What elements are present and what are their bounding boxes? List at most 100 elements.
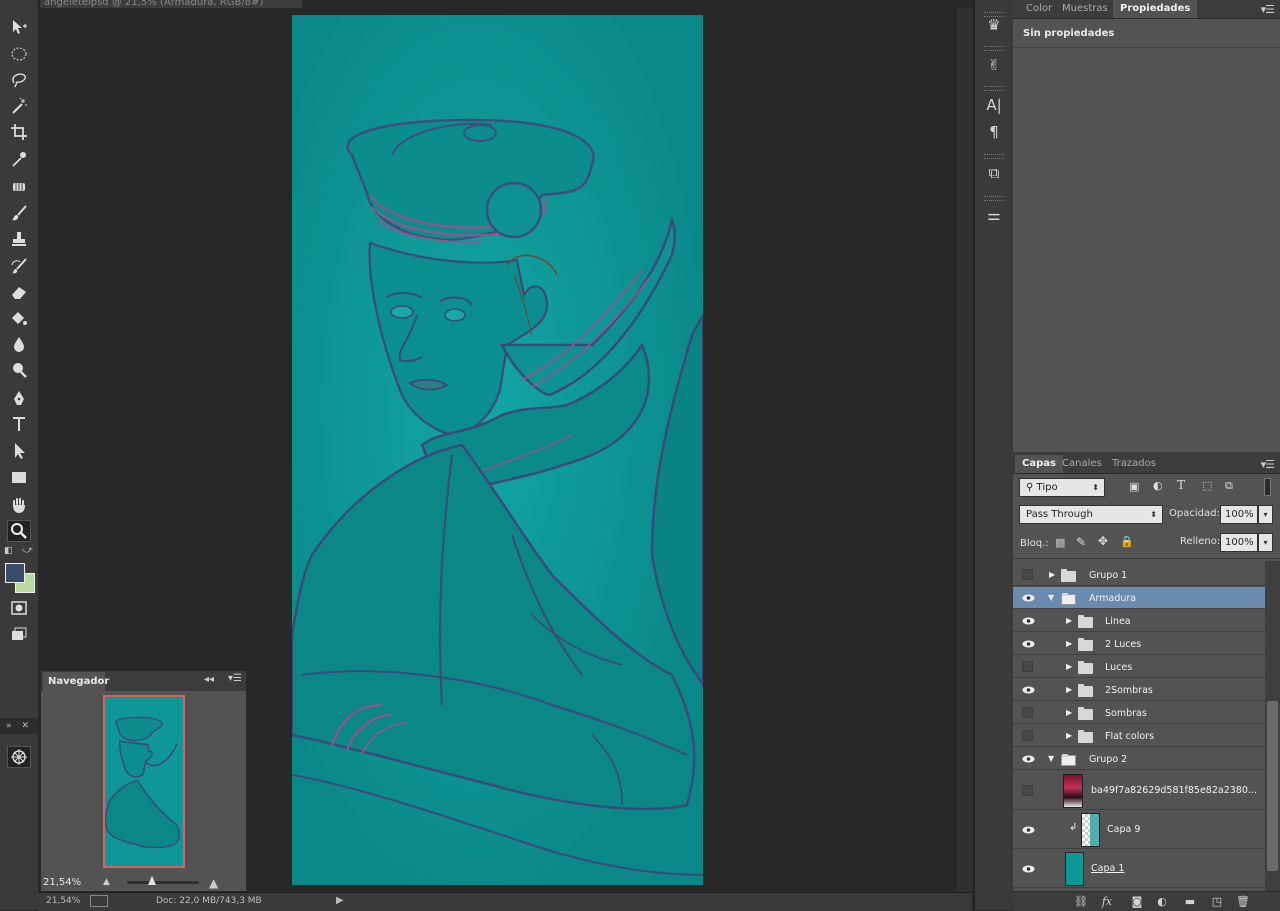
hand-icon[interactable] xyxy=(7,494,31,516)
rectangle-icon[interactable] xyxy=(7,466,31,488)
layer-row-2-luces[interactable]: ▶ 2 Luces xyxy=(1013,633,1265,655)
visibility-off-box[interactable] xyxy=(1022,707,1033,718)
fill-dropdown-icon[interactable]: ▾ xyxy=(1258,533,1273,552)
close-icon[interactable]: ✕ xyxy=(22,721,30,731)
expand-triangle-icon[interactable]: ▶ xyxy=(1066,685,1072,694)
filter-shape-icon[interactable]: ⬚ xyxy=(1202,479,1212,492)
filter-toggle[interactable] xyxy=(1264,478,1271,496)
add-mask-icon[interactable]: ◙ xyxy=(1129,894,1145,909)
expand-triangle-icon[interactable]: ▶ xyxy=(1049,570,1055,579)
new-layer-icon[interactable]: ◳ xyxy=(1209,894,1225,909)
layer-row-linea[interactable]: ▶ Linea xyxy=(1013,610,1265,632)
magic-wand-icon[interactable] xyxy=(7,95,31,117)
eye-icon[interactable] xyxy=(1020,587,1036,609)
filter-type-icon[interactable]: T xyxy=(1177,478,1185,492)
move-icon[interactable] xyxy=(7,16,31,38)
lasso-icon[interactable] xyxy=(7,69,31,91)
lock-pixels-icon[interactable]: ✎ xyxy=(1076,535,1086,549)
blend-mode-select[interactable]: Pass Through ⬍ xyxy=(1019,505,1163,524)
visibility-off-box[interactable] xyxy=(1022,569,1033,580)
adjustment-layer-icon[interactable]: ◐ xyxy=(1154,894,1170,909)
zoom-out-icon[interactable]: ▲ xyxy=(103,877,110,887)
brush-icon[interactable] xyxy=(7,202,31,224)
canvas-vertical-scrollbar[interactable] xyxy=(955,8,973,892)
new-group-icon[interactable]: ▬ xyxy=(1182,894,1198,909)
status-menu-arrow-icon[interactable]: ▶ xyxy=(336,895,344,906)
eyedropper-icon[interactable] xyxy=(7,148,31,170)
layer-filter-select[interactable]: ⚲ Tipo ⬍ xyxy=(1019,478,1105,497)
expand-panels-icon[interactable]: » xyxy=(6,721,12,731)
zoom-icon[interactable] xyxy=(7,520,31,542)
panel-menu-icon[interactable]: ▾☰ xyxy=(1261,458,1275,471)
brush-panel-icon[interactable]: ✌ xyxy=(982,54,1006,76)
elliptical-marquee-icon[interactable] xyxy=(7,43,31,65)
layer-row-grupo-1[interactable]: ▶ Grupo 1 xyxy=(1013,564,1265,586)
layer-style-fx-icon[interactable]: fx xyxy=(1099,894,1115,909)
paint-bucket-icon[interactable] xyxy=(7,307,31,329)
history-panel-icon[interactable]: ⧉ xyxy=(982,162,1006,184)
default-colors-icon[interactable]: ◧ xyxy=(4,546,13,556)
lock-position-icon[interactable]: ✥ xyxy=(1098,534,1108,548)
dock-grip[interactable] xyxy=(984,154,1004,159)
layer-row-flat-colors[interactable]: ▶ Flat colors xyxy=(1013,725,1265,747)
lock-all-icon[interactable]: 🔒 xyxy=(1120,535,1134,548)
navigator-preview[interactable] xyxy=(103,695,185,868)
layer-row-image[interactable]: ba49f7a82629d581f85e82a2380... xyxy=(1013,771,1265,810)
tab-muestras[interactable]: Muestras xyxy=(1055,0,1115,18)
swap-colors-icon[interactable]: ⤻ xyxy=(22,545,33,556)
zoom-slider[interactable] xyxy=(127,881,199,884)
tab-navegador[interactable]: Navegador xyxy=(43,672,109,691)
visibility-off-box[interactable] xyxy=(1022,785,1033,796)
layer-row-luces[interactable]: ▶ Luces xyxy=(1013,656,1265,678)
blur-icon[interactable] xyxy=(7,333,31,355)
dodge-icon[interactable] xyxy=(7,359,31,381)
eye-icon[interactable] xyxy=(1020,748,1036,770)
eye-icon[interactable] xyxy=(1020,633,1036,655)
collapse-triangle-icon[interactable]: ▼ xyxy=(1048,754,1054,763)
tab-trazados[interactable]: Trazados xyxy=(1105,455,1163,473)
eraser-icon[interactable] xyxy=(7,281,31,303)
eye-icon[interactable] xyxy=(1020,849,1036,888)
paragraph-panel-icon[interactable]: ¶ xyxy=(982,121,1006,143)
eye-icon[interactable] xyxy=(1020,610,1036,632)
brush-presets-icon[interactable]: ♛ xyxy=(982,14,1006,36)
document-tab[interactable]: angeleteipsd @ 21,5% (Armadura, RGB/8#) xyxy=(40,0,302,8)
layer-row-sombras[interactable]: ▶ Sombras xyxy=(1013,702,1265,724)
dock-grip[interactable] xyxy=(984,86,1004,91)
panel-menu-icon[interactable]: ▾☰ xyxy=(1261,3,1275,16)
layer-row-2sombras[interactable]: ▶ 2Sombras xyxy=(1013,679,1265,701)
navigator-panel-icon[interactable] xyxy=(7,746,31,768)
layer-row-capa-9[interactable]: ↲ Capa 9 xyxy=(1013,810,1265,849)
layers-scrollbar-thumb[interactable] xyxy=(1267,701,1278,871)
collapse-icon[interactable]: ◂◂ xyxy=(204,674,214,685)
zoom-in-icon[interactable]: ▲ xyxy=(209,876,218,890)
path-selection-icon[interactable] xyxy=(7,440,31,462)
adjustments-panel-icon[interactable]: ⚌ xyxy=(982,204,1006,226)
navigator-zoom-value[interactable]: 21,54% xyxy=(43,877,81,888)
visibility-off-box[interactable] xyxy=(1022,661,1033,672)
status-zoom[interactable]: 21,54% xyxy=(46,896,80,906)
collapse-triangle-icon[interactable]: ▼ xyxy=(1048,593,1054,602)
filter-smart-object-icon[interactable]: ⧉ xyxy=(1225,479,1233,493)
history-brush-icon[interactable] xyxy=(7,255,31,277)
eye-icon[interactable] xyxy=(1020,679,1036,701)
layers-scrollbar[interactable] xyxy=(1265,561,1280,891)
layer-row-capa-1[interactable]: Capa 1 xyxy=(1013,849,1265,888)
dock-grip[interactable] xyxy=(984,46,1004,51)
fill-input[interactable]: 100% xyxy=(1220,533,1258,552)
pen-icon[interactable] xyxy=(7,387,31,409)
expand-triangle-icon[interactable]: ▶ xyxy=(1066,731,1072,740)
expand-triangle-icon[interactable]: ▶ xyxy=(1066,616,1072,625)
filter-pixel-icon[interactable]: ▣ xyxy=(1129,480,1139,493)
link-layers-icon[interactable]: ⛓ xyxy=(1073,894,1089,909)
filter-adjustment-icon[interactable]: ◐ xyxy=(1153,479,1163,492)
tab-color[interactable]: Color xyxy=(1019,0,1059,18)
layer-row-grupo-2[interactable]: ▼ Grupo 2 xyxy=(1013,748,1265,770)
document-canvas[interactable] xyxy=(292,15,703,885)
type-icon[interactable] xyxy=(7,413,31,435)
opacity-dropdown-icon[interactable]: ▾ xyxy=(1258,505,1273,524)
layer-row-armadura[interactable]: ▼ Armadura xyxy=(1013,587,1265,609)
dock-grip[interactable] xyxy=(984,196,1004,201)
quick-mask-icon[interactable] xyxy=(7,597,31,619)
healing-brush-icon[interactable] xyxy=(7,176,31,198)
